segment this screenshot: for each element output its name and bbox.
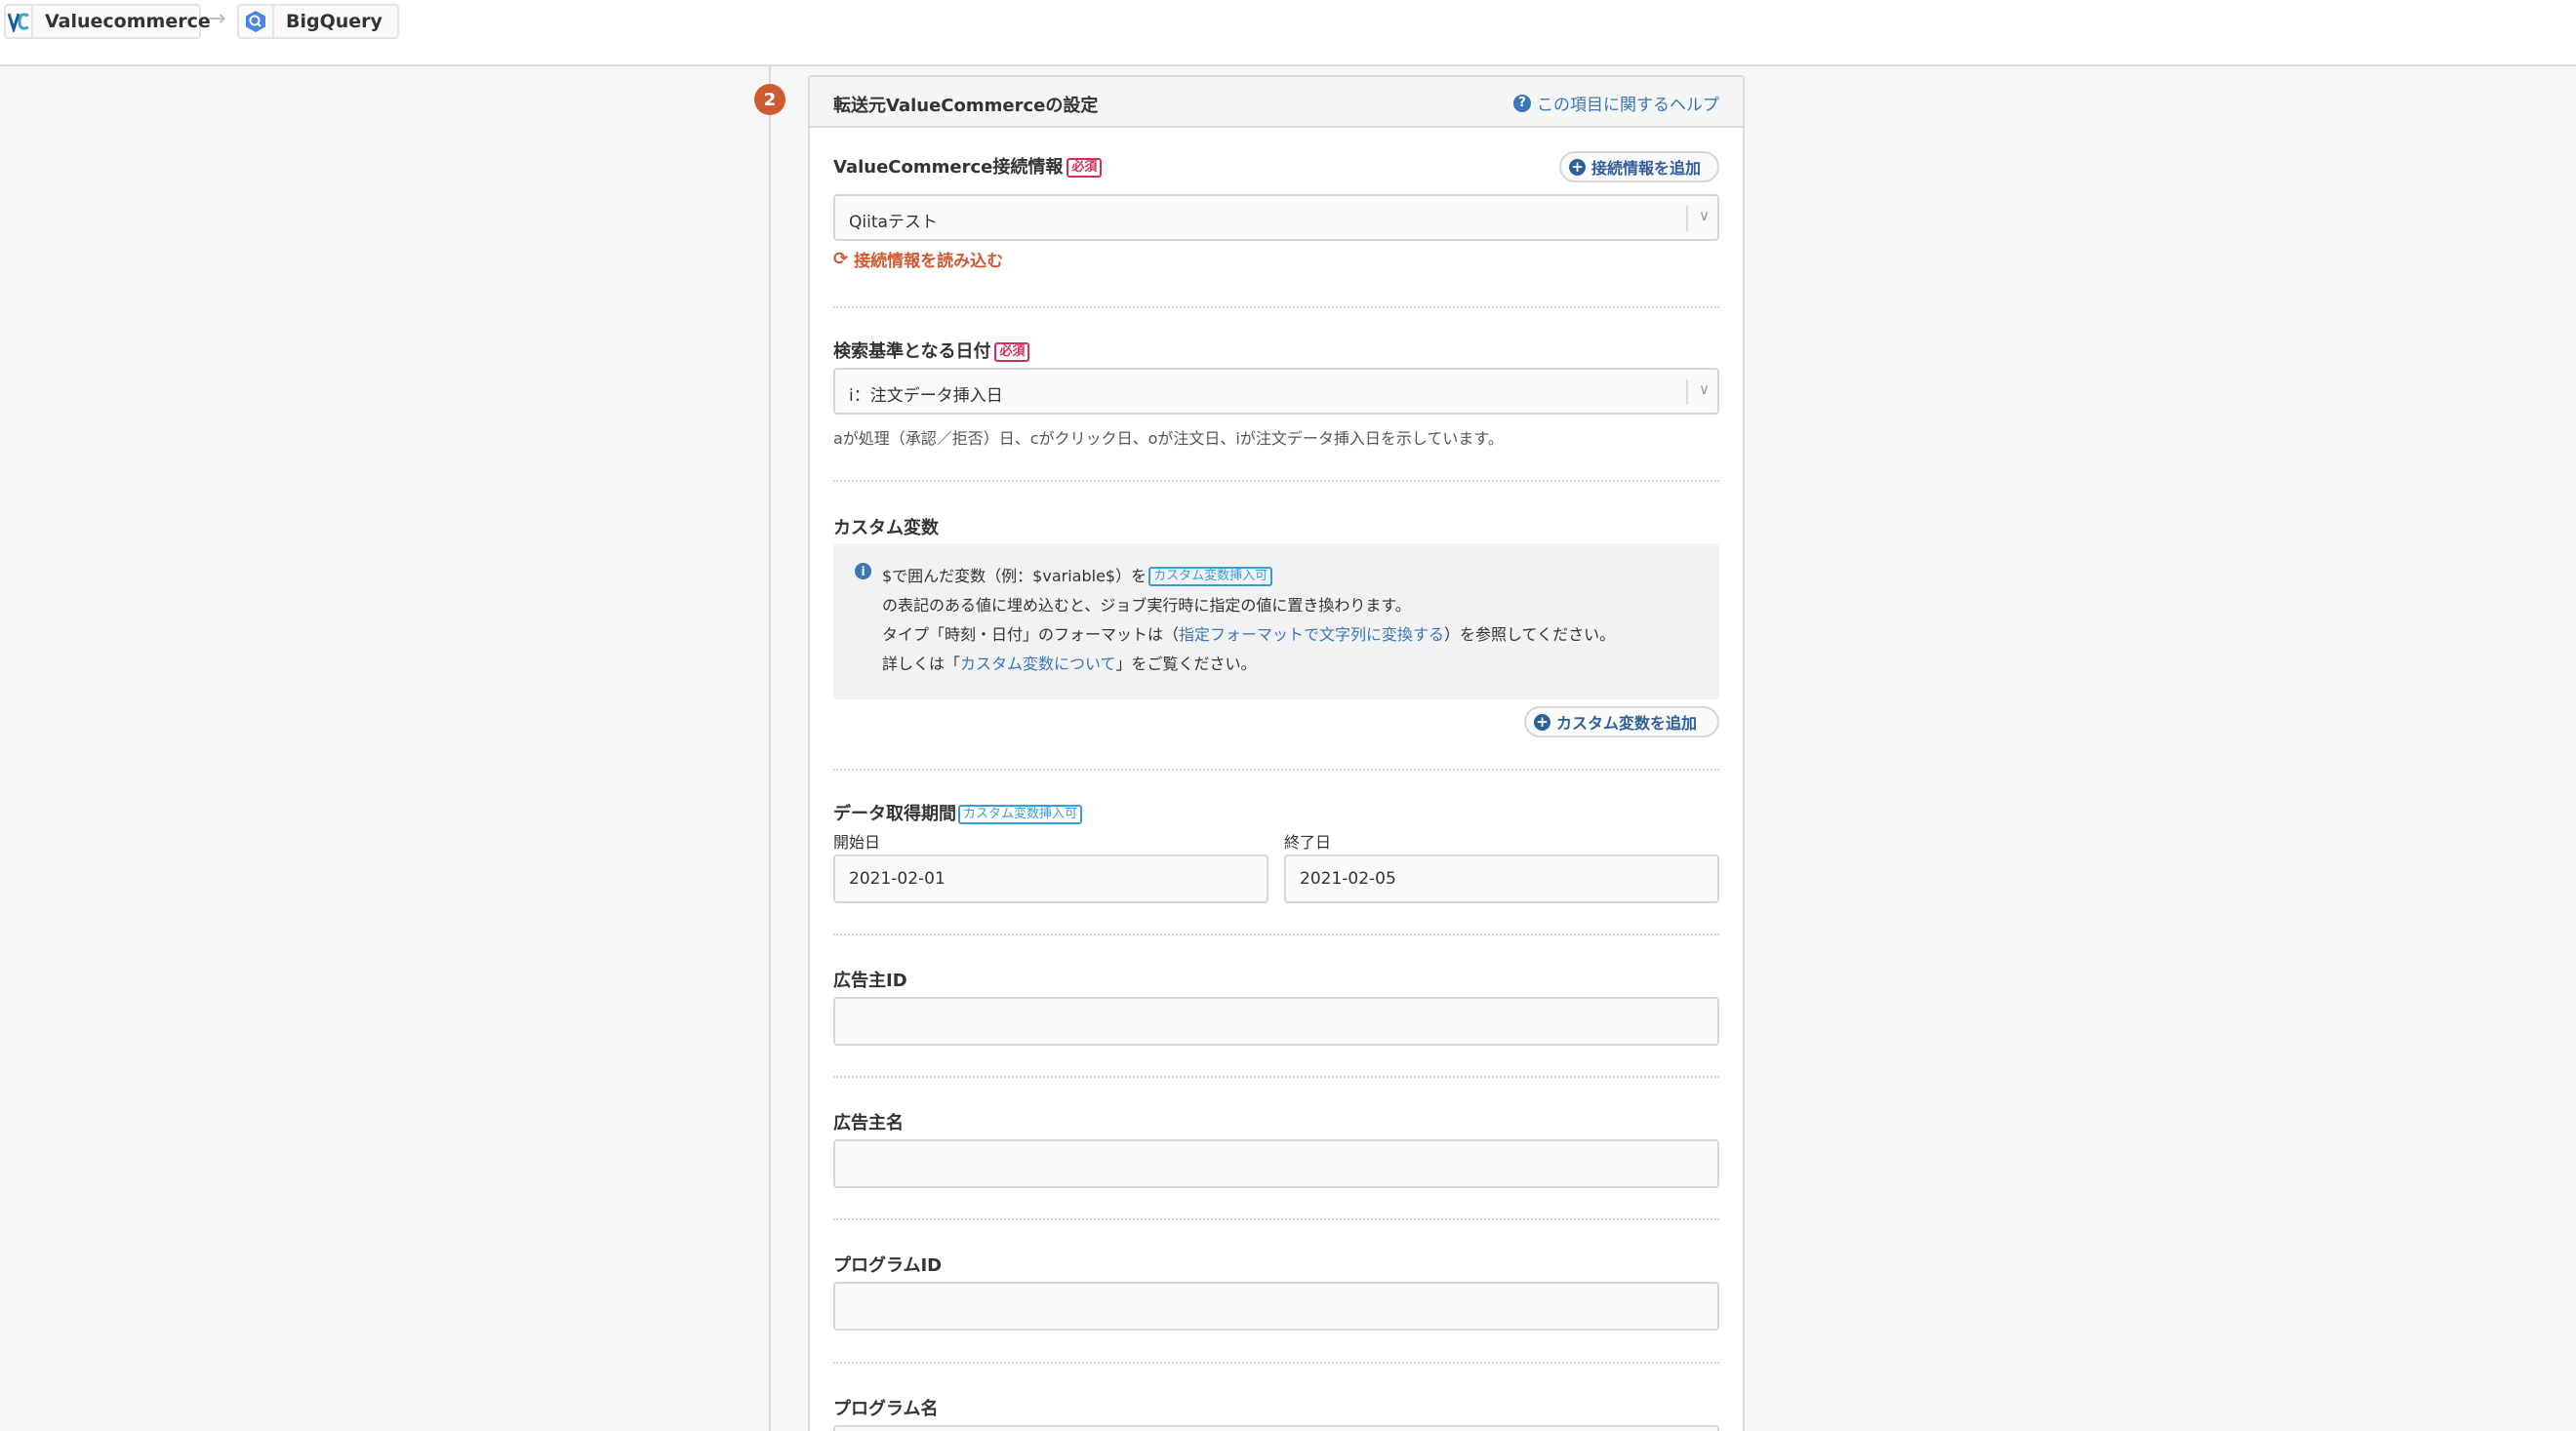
search-date-select[interactable]: i：注文データ挿入日 ∨: [833, 368, 1719, 415]
add-connection-button[interactable]: + 接続情報を追加: [1559, 151, 1719, 182]
info-line-3: タイプ「時刻・日付」のフォーマットは（指定フォーマットで文字列に変換する）を参照…: [882, 621, 1615, 645]
question-circle-icon: ?: [1513, 94, 1531, 112]
info-line-1: $で囲んだ変数（例：$variable$）を カスタム変数挿入可: [882, 563, 1273, 586]
advertiser-name-label: 広告主名: [833, 1113, 904, 1133]
advertiser-id-input[interactable]: [833, 997, 1719, 1046]
connection-select[interactable]: Qiitaテスト ∨: [833, 194, 1719, 241]
card-header: 転送元ValueCommerceの設定 ? この項目に関するヘルプ: [810, 77, 1743, 128]
help-link[interactable]: ? この項目に関するヘルプ: [1513, 91, 1719, 115]
period-label-text: データ取得期間: [833, 804, 956, 824]
section-divider: [833, 934, 1719, 935]
step-timeline: [769, 66, 771, 1431]
add-custom-var-label: カスタム変数を追加: [1556, 714, 1698, 733]
source-connector-name: Valuecommerce: [45, 11, 211, 32]
section-divider: [833, 1218, 1719, 1220]
info-line-4-text-b: 」をご覧ください。: [1115, 655, 1257, 673]
bigquery-logo-icon: [239, 6, 274, 37]
custom-vars-label: カスタム変数: [833, 518, 939, 538]
select-separator: [1686, 206, 1688, 231]
add-connection-label: 接続情報を追加: [1591, 159, 1702, 178]
info-line-4: 詳しくは「カスタム変数について」をご覧ください。: [882, 651, 1257, 674]
plus-circle-icon: +: [1569, 158, 1586, 176]
reload-connections-link[interactable]: ⟳ 接続情報を読み込む: [833, 247, 1003, 271]
advertiser-id-label: 広告主ID: [833, 971, 907, 991]
arrow-right-icon: →: [208, 7, 226, 31]
section-divider: [833, 1076, 1719, 1078]
refresh-icon: ⟳: [833, 249, 849, 269]
end-date-label: 終了日: [1284, 833, 1332, 852]
format-conversion-link[interactable]: 指定フォーマットで文字列に変換する: [1179, 625, 1444, 644]
help-link-label: この項目に関するヘルプ: [1537, 96, 1719, 115]
chevron-down-icon: ∨: [1699, 207, 1710, 224]
search-date-label: 検索基準となる日付 必須: [833, 338, 1030, 363]
info-line-3-text-a: タイプ「時刻・日付」のフォーマットは（: [882, 625, 1180, 644]
chevron-down-icon: ∨: [1699, 380, 1710, 398]
custom-var-tag: カスタム変数挿入可: [1148, 567, 1273, 586]
required-badge: 必須: [994, 342, 1030, 362]
connection-select-value: Qiitaテスト: [849, 213, 938, 232]
start-date-label: 開始日: [833, 833, 881, 852]
step-number-badge: 2: [754, 84, 785, 115]
required-badge: 必須: [1067, 158, 1103, 178]
plus-circle-icon: +: [1534, 713, 1550, 731]
add-custom-var-button[interactable]: + カスタム変数を追加: [1524, 706, 1719, 737]
destination-connector-chip[interactable]: BigQuery: [237, 4, 399, 39]
reload-connections-label: 接続情報を読み込む: [854, 252, 1004, 271]
info-line-1-text: $で囲んだ変数（例：$variable$）を: [882, 567, 1147, 585]
section-divider: [833, 306, 1719, 308]
start-date-value: 2021-02-01: [849, 869, 946, 889]
program-name-label: プログラム名: [833, 1399, 939, 1419]
select-separator: [1686, 379, 1688, 405]
info-line-4-text-a: 詳しくは「: [882, 655, 961, 673]
end-date-input[interactable]: 2021-02-05: [1284, 855, 1719, 903]
end-date-value: 2021-02-05: [1300, 869, 1396, 889]
source-settings-card: 転送元ValueCommerceの設定 ? この項目に関するヘルプ ValueC…: [808, 75, 1745, 1431]
info-line-3-text-b: ）を参照してください。: [1444, 625, 1616, 644]
section-divider: [833, 769, 1719, 771]
program-id-label: プログラムID: [833, 1255, 943, 1276]
program-id-input[interactable]: [833, 1282, 1719, 1331]
program-name-input[interactable]: [833, 1425, 1719, 1431]
advertiser-name-input[interactable]: [833, 1139, 1719, 1188]
info-line-2: の表記のある値に埋め込むと、ジョブ実行時に指定の値に置き換わります。: [882, 596, 1411, 615]
section-divider: [833, 480, 1719, 482]
search-date-select-value: i：注文データ挿入日: [849, 386, 1003, 406]
connection-label: ValueCommerce接続情報 必須: [833, 153, 1103, 179]
custom-vars-about-link[interactable]: カスタム変数について: [960, 655, 1116, 673]
connection-label-text: ValueCommerce接続情報: [833, 157, 1064, 178]
destination-connector-name: BigQuery: [286, 11, 382, 32]
custom-vars-info-box: i $で囲んだ変数（例：$variable$）を カスタム変数挿入可 の表記のある…: [833, 543, 1719, 699]
card-title: 転送元ValueCommerceの設定: [833, 96, 1099, 116]
section-divider: [833, 1362, 1719, 1364]
search-date-label-text: 検索基準となる日付: [833, 341, 991, 362]
custom-var-tag: カスタム変数挿入可: [958, 805, 1083, 824]
valuecommerce-logo-icon: [6, 6, 33, 37]
search-date-help: aが処理（承認／拒否）日、cがクリック日、oが注文日、iが注文データ挿入日を示し…: [833, 429, 1504, 448]
start-date-input[interactable]: 2021-02-01: [833, 855, 1268, 903]
top-bar: Valuecommerce → BigQuery: [0, 0, 2576, 66]
info-icon: i: [855, 563, 871, 579]
source-connector-chip[interactable]: Valuecommerce: [4, 4, 211, 39]
period-label: データ取得期間 カスタム変数挿入可: [833, 800, 1083, 825]
